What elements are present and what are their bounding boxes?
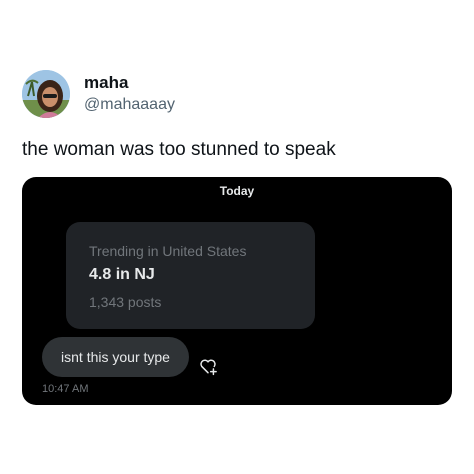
date-separator: Today — [219, 184, 255, 198]
trend-name: 4.8 in NJ — [89, 266, 155, 283]
user-handle[interactable]: @mahaaaay — [84, 96, 175, 114]
display-name[interactable]: maha — [84, 73, 128, 93]
avatar-photo — [22, 70, 70, 118]
trend-card[interactable]: Trending in United States 4.8 in NJ 1,34… — [66, 222, 315, 329]
tweet-text: the woman was too stunned to speak — [22, 139, 336, 160]
trend-post-count: 1,343 posts — [89, 294, 162, 310]
heart-plus-icon[interactable] — [198, 356, 218, 376]
message-bubble[interactable]: isnt this your type — [42, 337, 189, 377]
trend-context: Trending in United States — [89, 243, 247, 259]
message-timestamp: 10:47 AM — [42, 383, 89, 395]
avatar[interactable] — [22, 70, 70, 118]
dm-screenshot: Today Trending in United States 4.8 in N… — [22, 177, 452, 405]
